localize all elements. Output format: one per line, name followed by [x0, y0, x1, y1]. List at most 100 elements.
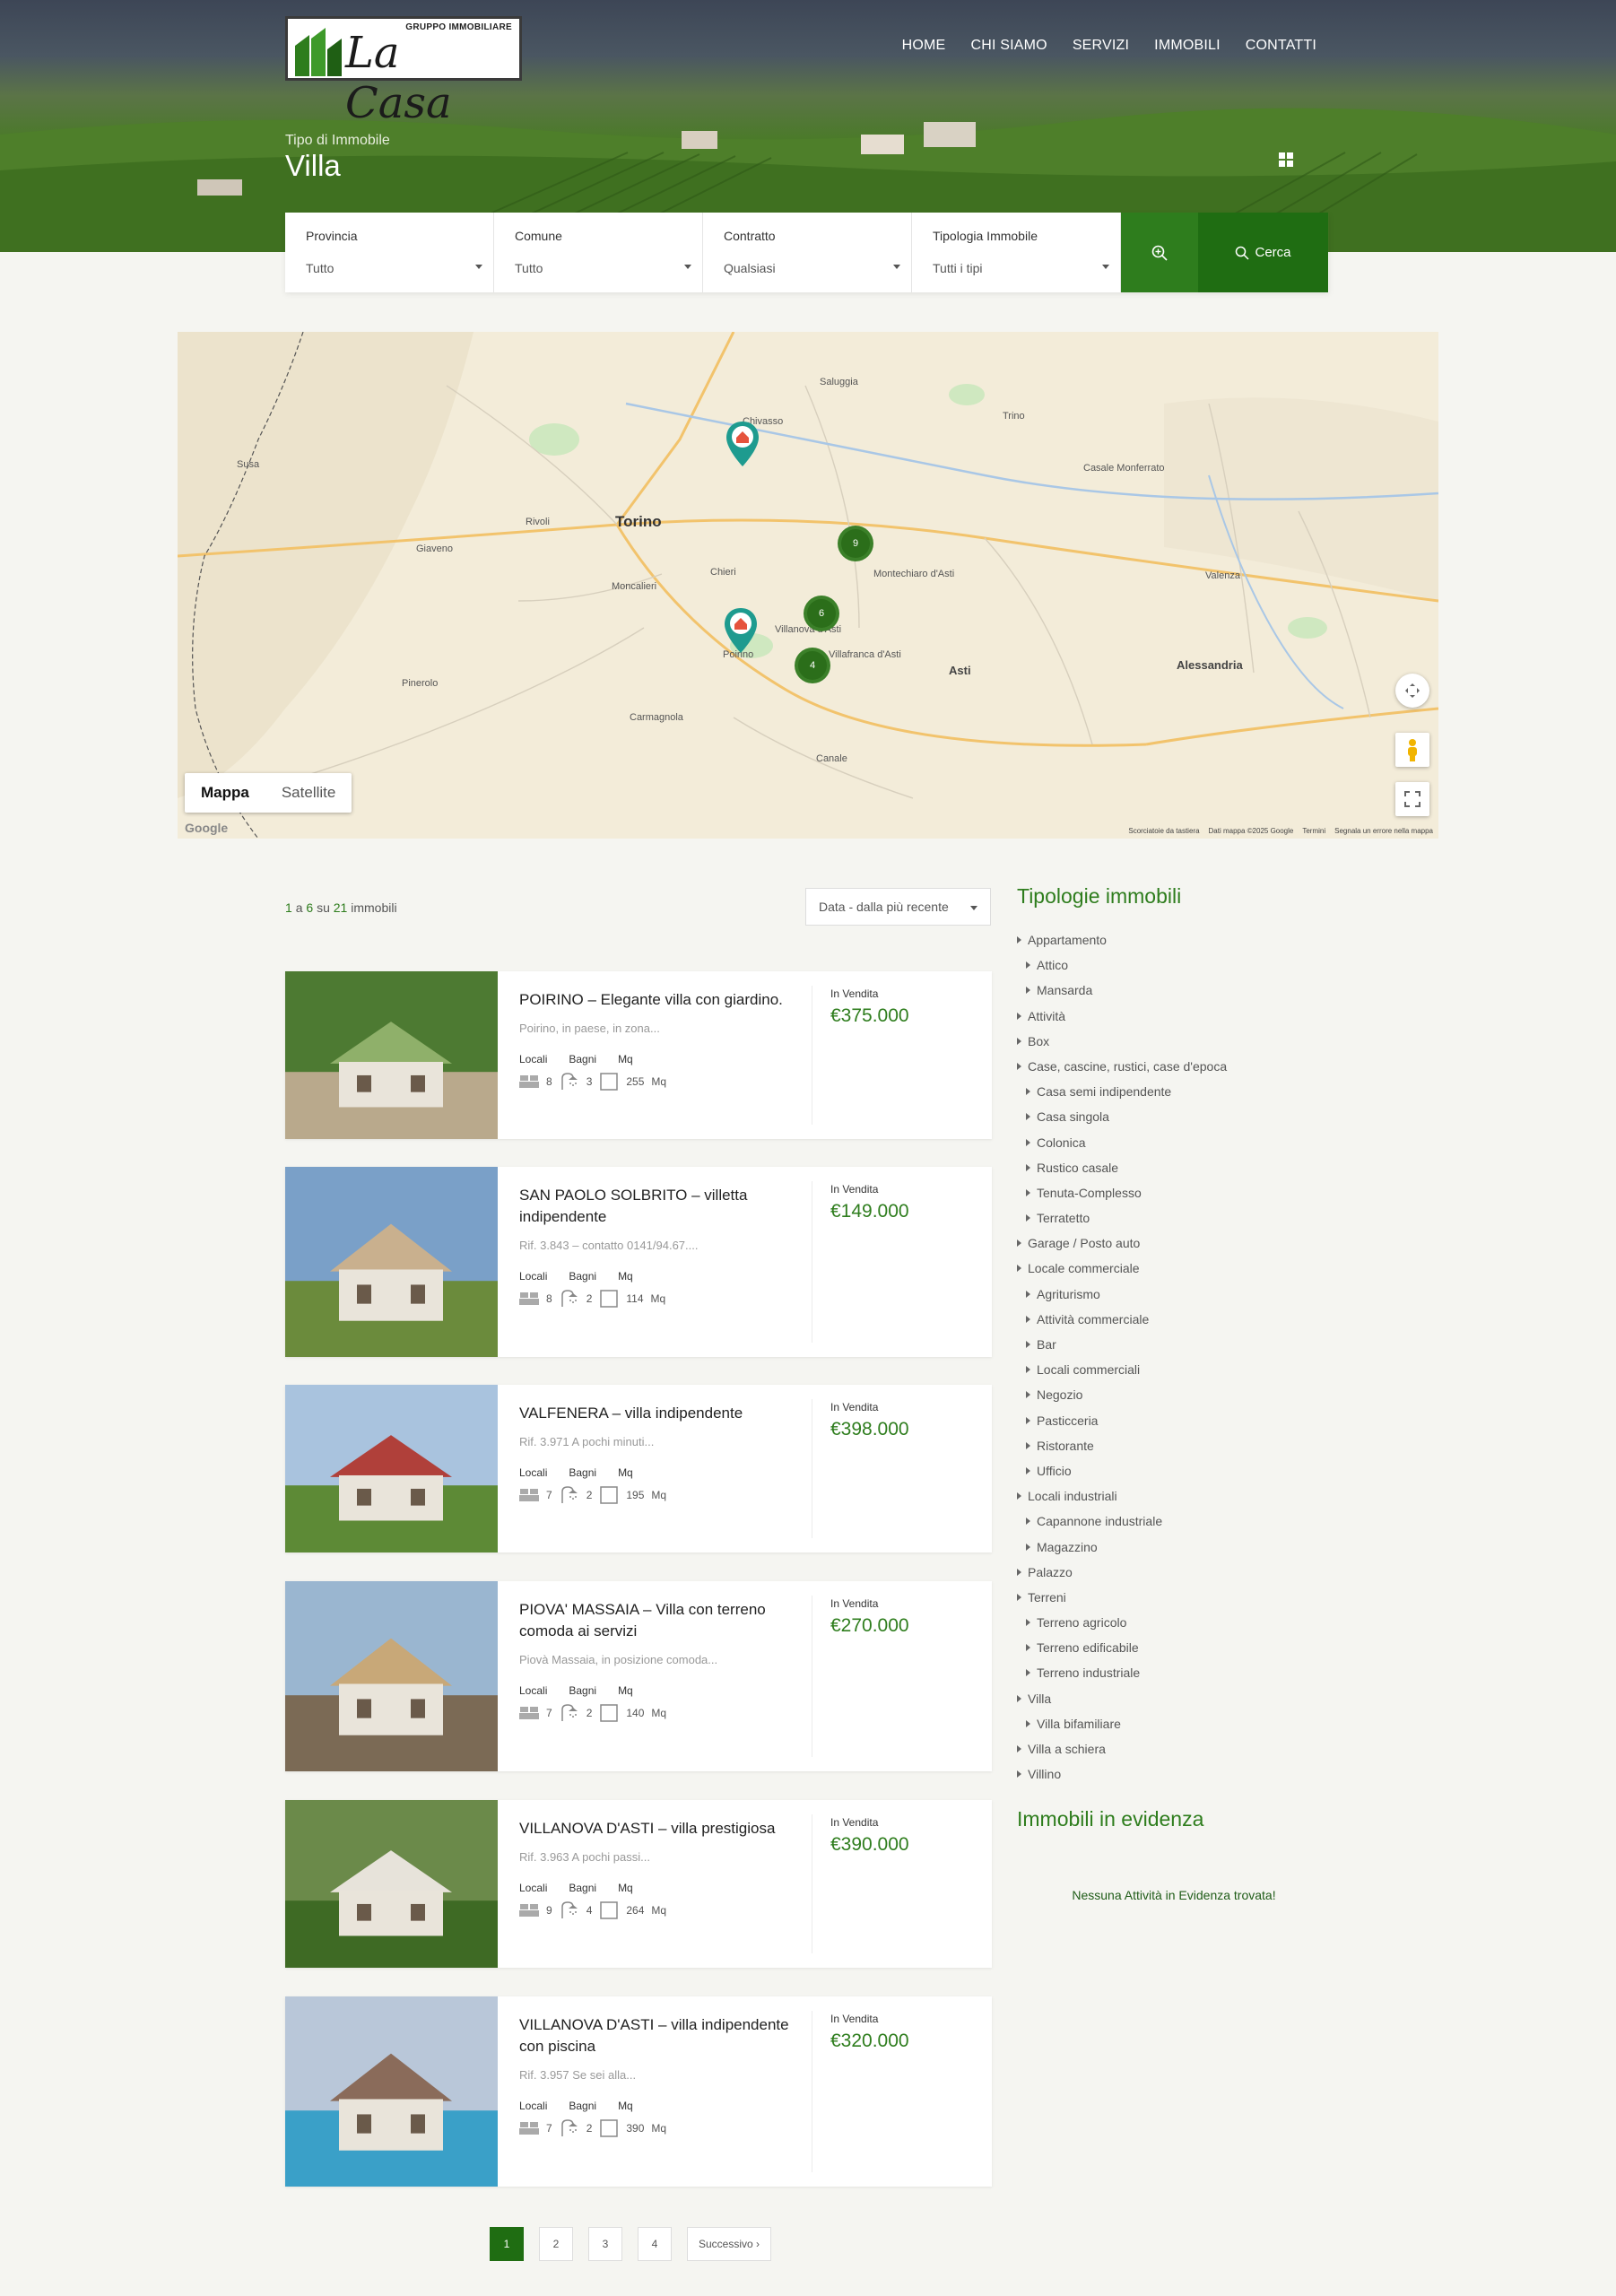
- listing-photo[interactable]: [285, 1581, 498, 1771]
- listing-card[interactable]: POIRINO – Elegante villa con giardino. P…: [285, 971, 992, 1139]
- listing-photo[interactable]: [285, 1800, 498, 1968]
- contratto-select[interactable]: Contratto Qualsiasi: [703, 213, 912, 292]
- category-link[interactable]: Pasticceria: [1017, 1410, 1340, 1435]
- category-link[interactable]: Villa bifamiliare: [1017, 1713, 1340, 1738]
- mq-label: Mq: [618, 2100, 633, 2112]
- category-link[interactable]: Villino: [1017, 1763, 1340, 1788]
- tipologia-select[interactable]: Tipologia Immobile Tutti i tipi: [912, 213, 1121, 292]
- category-link[interactable]: Attività: [1017, 1005, 1340, 1031]
- next-page-button[interactable]: Successivo ›: [687, 2227, 772, 2261]
- map-type-mappa[interactable]: Mappa: [185, 773, 265, 813]
- listing-card[interactable]: PIOVA' MASSAIA – Villa con terreno comod…: [285, 1581, 992, 1771]
- page-button-2[interactable]: 2: [539, 2227, 573, 2261]
- map-label-carmagnola: Carmagnola: [630, 712, 683, 723]
- listing-photo[interactable]: [285, 1167, 498, 1357]
- map-marker-house-icon[interactable]: [725, 420, 760, 468]
- category-link[interactable]: Villa: [1017, 1688, 1340, 1713]
- page-button-4[interactable]: 4: [638, 2227, 672, 2261]
- map-type-satellite[interactable]: Satellite: [265, 773, 352, 813]
- site-logo[interactable]: GRUPPO IMMOBILIARE La Casa: [285, 16, 522, 128]
- listing-title[interactable]: SAN PAOLO SOLBRITO – villetta indipenden…: [519, 1185, 790, 1228]
- property-map[interactable]: Torino Asti Alessandria Chieri Moncalier…: [178, 332, 1438, 839]
- page-subtitle: Tipo di Immobile: [285, 133, 390, 148]
- listing-info: VILLANOVA D'ASTI – villa prestigiosa Rif…: [498, 1814, 812, 1953]
- fullscreen-control[interactable]: [1395, 782, 1429, 816]
- page-button-1[interactable]: 1: [490, 2227, 524, 2261]
- category-link[interactable]: Tenuta-Complesso: [1017, 1182, 1340, 1207]
- category-link[interactable]: Magazzino: [1017, 1536, 1340, 1561]
- category-link[interactable]: Mansarda: [1017, 979, 1340, 1004]
- tipologia-label: Tipologia Immobile: [933, 229, 1038, 243]
- map-terms-link[interactable]: Termini: [1302, 827, 1325, 835]
- listing-card[interactable]: VALFENERA – villa indipendente Rif. 3.97…: [285, 1385, 992, 1552]
- category-link[interactable]: Locali commerciali: [1017, 1359, 1340, 1384]
- category-link[interactable]: Ristorante: [1017, 1435, 1340, 1460]
- listing-photo[interactable]: [285, 1385, 498, 1552]
- category-link[interactable]: Terreno agricolo: [1017, 1612, 1340, 1637]
- category-link[interactable]: Terratetto: [1017, 1207, 1340, 1232]
- street-view-control[interactable]: [1395, 733, 1429, 767]
- mq-unit: Mq: [651, 2122, 667, 2135]
- category-link[interactable]: Attività commerciale: [1017, 1309, 1340, 1334]
- listing-photo[interactable]: [285, 971, 498, 1139]
- listing-card[interactable]: VILLANOVA D'ASTI – villa prestigiosa Rif…: [285, 1800, 992, 1968]
- category-link[interactable]: Casa semi indipendente: [1017, 1081, 1340, 1106]
- category-link[interactable]: Locali industriali: [1017, 1485, 1340, 1510]
- listing-title[interactable]: VILLANOVA D'ASTI – villa prestigiosa: [519, 1818, 790, 1839]
- cerca-button[interactable]: Cerca: [1198, 213, 1328, 292]
- comune-select[interactable]: Comune Tutto: [494, 213, 703, 292]
- chevron-down-icon: [893, 265, 900, 269]
- map-camera-control[interactable]: [1395, 674, 1429, 708]
- listing-photo[interactable]: [285, 1996, 498, 2187]
- category-link[interactable]: Appartamento: [1017, 929, 1340, 954]
- listing-card[interactable]: SAN PAOLO SOLBRITO – villetta indipenden…: [285, 1167, 992, 1357]
- nav-immobili[interactable]: IMMOBILI: [1154, 38, 1221, 54]
- nav-servizi[interactable]: SERVIZI: [1073, 38, 1129, 54]
- listing-title[interactable]: POIRINO – Elegante villa con giardino.: [519, 989, 790, 1011]
- map-cluster[interactable]: 9: [838, 526, 873, 561]
- page-button-3[interactable]: 3: [588, 2227, 622, 2261]
- category-link[interactable]: Locale commerciale: [1017, 1257, 1340, 1283]
- nav-chi-siamo[interactable]: CHI SIAMO: [970, 38, 1047, 54]
- category-link[interactable]: Colonica: [1017, 1132, 1340, 1157]
- sort-select[interactable]: Data - dalla più recente: [805, 888, 991, 926]
- category-link[interactable]: Casa singola: [1017, 1106, 1340, 1131]
- category-link[interactable]: Garage / Posto auto: [1017, 1232, 1340, 1257]
- category-link[interactable]: Rustico casale: [1017, 1157, 1340, 1182]
- zoom-in-icon: [1151, 245, 1168, 261]
- locali-label: Locali: [519, 2100, 548, 2112]
- map-cluster[interactable]: 6: [804, 596, 839, 631]
- category-link[interactable]: Attico: [1017, 954, 1340, 979]
- listing-title[interactable]: PIOVA' MASSAIA – Villa con terreno comod…: [519, 1599, 790, 1642]
- category-list: Appartamento Attico Mansarda Attività Box Cas…: [1017, 929, 1340, 1788]
- advanced-search-button[interactable]: [1121, 213, 1198, 292]
- category-link[interactable]: Negozio: [1017, 1384, 1340, 1409]
- results-to: 6: [306, 900, 314, 915]
- map-marker-house-icon[interactable]: [723, 606, 759, 655]
- listing-feature-values: 8 2 114 Mq: [519, 1290, 790, 1308]
- bagni-value: 2: [586, 2122, 593, 2135]
- nav-home[interactable]: HOME: [902, 38, 946, 54]
- listing-price-box: In Vendita €390.000: [812, 1800, 927, 1968]
- mq-label: Mq: [618, 1882, 633, 1894]
- map-cluster[interactable]: 4: [795, 648, 830, 683]
- map-shortcuts-link[interactable]: Scorciatoie da tastiera: [1128, 827, 1199, 835]
- category-link[interactable]: Bar: [1017, 1334, 1340, 1359]
- category-link[interactable]: Palazzo: [1017, 1561, 1340, 1587]
- grid-view-icon[interactable]: [1279, 152, 1293, 167]
- listing-title[interactable]: VILLANOVA D'ASTI – villa indipendente co…: [519, 2014, 790, 2057]
- provincia-select[interactable]: Provincia Tutto: [285, 213, 494, 292]
- nav-contatti[interactable]: CONTATTI: [1246, 38, 1316, 54]
- category-link[interactable]: Box: [1017, 1031, 1340, 1056]
- listing-card[interactable]: VILLANOVA D'ASTI – villa indipendente co…: [285, 1996, 992, 2187]
- category-link[interactable]: Case, cascine, rustici, case d'epoca: [1017, 1056, 1340, 1081]
- category-link[interactable]: Agriturismo: [1017, 1283, 1340, 1309]
- category-link[interactable]: Terreni: [1017, 1587, 1340, 1612]
- category-link[interactable]: Ufficio: [1017, 1460, 1340, 1485]
- category-link[interactable]: Terreno edificabile: [1017, 1637, 1340, 1662]
- listing-title[interactable]: VALFENERA – villa indipendente: [519, 1403, 790, 1424]
- category-link[interactable]: Villa a schiera: [1017, 1738, 1340, 1763]
- map-report-link[interactable]: Segnala un errore nella mappa: [1334, 827, 1433, 835]
- category-link[interactable]: Capannone industriale: [1017, 1510, 1340, 1535]
- category-link[interactable]: Terreno industriale: [1017, 1662, 1340, 1687]
